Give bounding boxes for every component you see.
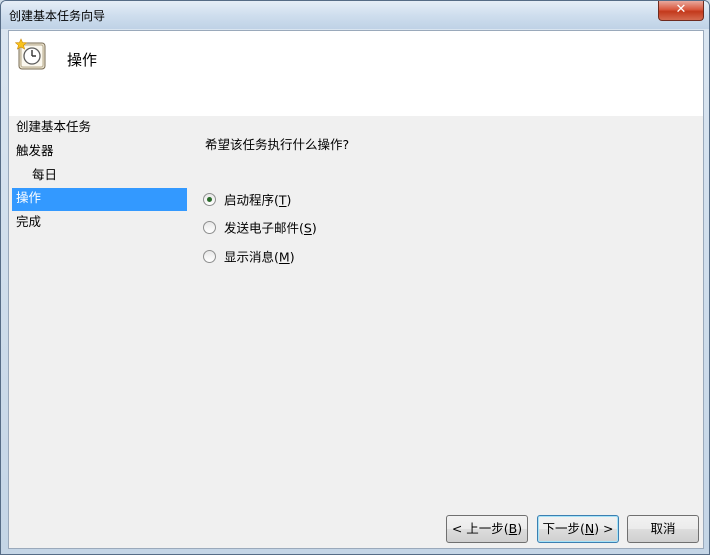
option-send-email[interactable]: 发送电子邮件(S) [203, 218, 317, 238]
clock-icon [15, 38, 46, 70]
nav-item-label: 创建基本任务 [16, 119, 92, 134]
nav-item-label: 每日 [32, 167, 58, 182]
option-label: 显示消息(M) [224, 249, 295, 265]
window-title: 创建基本任务向导 [9, 9, 106, 23]
nav-item-trigger[interactable]: 触发器 [12, 141, 187, 164]
nav-item-label: 触发器 [16, 143, 54, 158]
option-show-message[interactable]: 显示消息(M) [203, 247, 295, 267]
nav-item-label: 完成 [16, 214, 42, 229]
wizard-header: 操作 [9, 31, 703, 116]
close-icon: ✕ [675, 2, 687, 17]
title-bar[interactable]: 创建基本任务向导 ✕ [1, 1, 709, 29]
radio-send-email[interactable] [203, 221, 216, 234]
nav-item-daily[interactable]: 每日 [12, 165, 187, 188]
nav-item-label: 操作 [16, 190, 42, 205]
action-question: 希望该任务执行什么操作? [205, 137, 350, 152]
radio-start-program[interactable] [203, 193, 216, 206]
nav-item-finish[interactable]: 完成 [12, 212, 187, 235]
option-label: 启动程序(T) [224, 192, 292, 208]
close-button[interactable]: ✕ [658, 1, 704, 21]
wizard-window: 创建基本任务向导 ✕ 操作 创建基本任务 触发器 每日 操作 完成 希望该任务执… [0, 0, 710, 555]
cancel-button[interactable]: 取消 [627, 515, 699, 543]
radio-show-message[interactable] [203, 250, 216, 263]
next-button[interactable]: 下一步(N) > [537, 515, 619, 543]
option-label: 发送电子邮件(S) [224, 220, 317, 236]
wizard-client-area: 操作 创建基本任务 触发器 每日 操作 完成 希望该任务执行什么操作? 启动程序… [8, 30, 704, 549]
wizard-steps-nav: 创建基本任务 触发器 每日 操作 完成 [9, 117, 189, 417]
option-start-program[interactable]: 启动程序(T) [203, 190, 291, 210]
back-button[interactable]: < 上一步(B) [446, 515, 528, 543]
nav-item-create-basic-task[interactable]: 创建基本任务 [12, 117, 187, 140]
page-title: 操作 [67, 51, 98, 69]
nav-item-action[interactable]: 操作 [12, 188, 187, 211]
